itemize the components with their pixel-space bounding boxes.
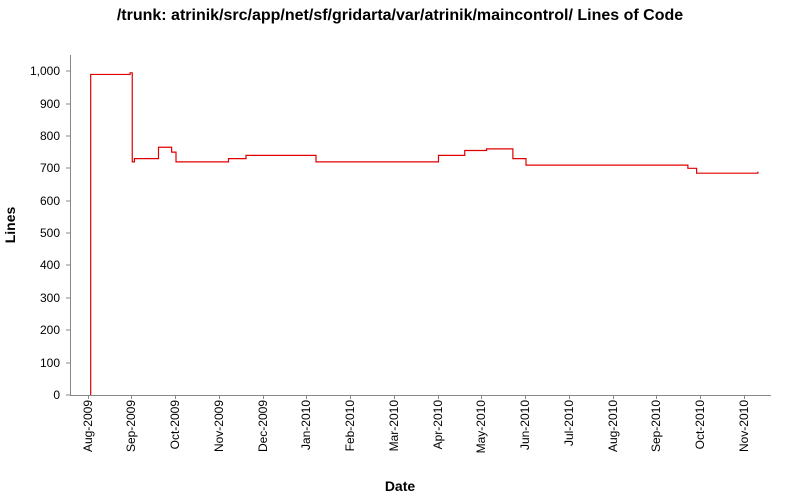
y-tick-mark: [66, 168, 70, 169]
x-tick-mark: [263, 395, 264, 399]
x-tick-label: Mar-2010: [387, 400, 401, 451]
x-tick-mark: [175, 395, 176, 399]
x-tick-label: May-2010: [474, 400, 488, 453]
y-tick-label: 800: [0, 129, 60, 143]
y-tick-mark: [66, 330, 70, 331]
x-tick-label: Aug-2009: [81, 400, 95, 452]
y-tick-mark: [66, 297, 70, 298]
x-tick-mark: [700, 395, 701, 399]
x-tick-label: Aug-2010: [606, 400, 620, 452]
y-tick-label: 100: [0, 356, 60, 370]
y-tick-mark: [66, 395, 70, 396]
x-tick-mark: [306, 395, 307, 399]
x-tick-mark: [438, 395, 439, 399]
x-tick-mark: [131, 395, 132, 399]
line-series: [71, 55, 771, 395]
x-tick-mark: [613, 395, 614, 399]
x-tick-mark: [394, 395, 395, 399]
x-tick-label: Dec-2009: [256, 400, 270, 452]
x-tick-mark: [481, 395, 482, 399]
y-tick-label: 600: [0, 194, 60, 208]
x-tick-label: Oct-2009: [168, 400, 182, 449]
x-tick-label: Sep-2010: [649, 400, 663, 452]
x-tick-mark: [525, 395, 526, 399]
chart-title: /trunk: atrinik/src/app/net/sf/gridarta/…: [0, 0, 800, 29]
x-tick-mark: [569, 395, 570, 399]
x-tick-mark: [219, 395, 220, 399]
x-tick-label: Nov-2009: [212, 400, 226, 452]
y-tick-mark: [66, 200, 70, 201]
x-tick-label: Sep-2009: [124, 400, 138, 452]
x-tick-label: Jun-2010: [518, 400, 532, 450]
y-tick-label: 500: [0, 226, 60, 240]
y-tick-mark: [66, 71, 70, 72]
x-tick-label: Jan-2010: [299, 400, 313, 450]
y-tick-mark: [66, 362, 70, 363]
y-tick-label: 300: [0, 291, 60, 305]
y-tick-mark: [66, 233, 70, 234]
y-tick-mark: [66, 265, 70, 266]
plot-area: [70, 55, 771, 396]
chart-container: /trunk: atrinik/src/app/net/sf/gridarta/…: [0, 0, 800, 500]
x-tick-mark: [744, 395, 745, 399]
y-tick-label: 900: [0, 97, 60, 111]
x-tick-mark: [88, 395, 89, 399]
x-tick-label: Feb-2010: [343, 400, 357, 451]
y-tick-label: 200: [0, 323, 60, 337]
y-tick-mark: [66, 103, 70, 104]
y-tick-label: 0: [0, 388, 60, 402]
x-tick-label: Nov-2010: [737, 400, 751, 452]
y-tick-label: 700: [0, 161, 60, 175]
x-tick-label: Oct-2010: [693, 400, 707, 449]
y-tick-mark: [66, 135, 70, 136]
x-tick-mark: [350, 395, 351, 399]
x-tick-label: Apr-2010: [431, 400, 445, 449]
x-tick-mark: [656, 395, 657, 399]
y-tick-label: 400: [0, 258, 60, 272]
y-tick-label: 1,000: [0, 64, 60, 78]
x-axis-label: Date: [0, 478, 800, 494]
x-tick-label: Jul-2010: [562, 400, 576, 446]
